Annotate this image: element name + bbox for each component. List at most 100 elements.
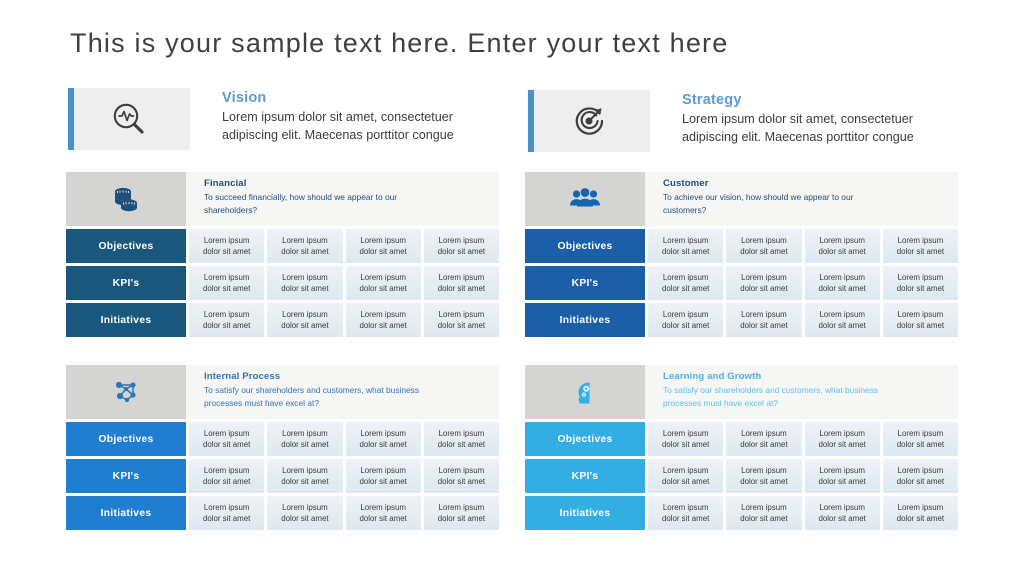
table-cell[interactable]: Lorem ipsum dolor sit amet — [726, 459, 802, 493]
table-cell[interactable]: Lorem ipsum dolor sit amet — [882, 459, 958, 493]
quadrant-learning-growth-table: Objectives Lorem ipsum dolor sit amet Lor… — [525, 422, 958, 530]
table-cell[interactable]: Lorem ipsum dolor sit amet — [189, 303, 265, 337]
table-cell[interactable]: Lorem ipsum dolor sit amet — [726, 229, 802, 263]
cell-line2: dolor sit amet — [202, 247, 251, 256]
row-label-objectives[interactable]: Objectives — [66, 422, 186, 456]
cell-line2: dolor sit amet — [818, 477, 866, 486]
cell-line1: Lorem ipsum — [662, 272, 709, 282]
cell-line2: dolor sit amet — [818, 321, 866, 330]
table-cell[interactable]: Lorem ipsum dolor sit amet — [267, 229, 343, 263]
table-cell[interactable]: Lorem ipsum dolor sit amet — [804, 496, 880, 530]
table-cell[interactable]: Lorem ipsum dolor sit amet — [882, 266, 958, 300]
row-label-kpis[interactable]: KPI's — [525, 266, 645, 300]
quadrant-internal-process: Internal Process To satisfy our sharehol… — [66, 365, 499, 530]
table-cell[interactable]: Lorem ipsum dolor sit amet — [423, 266, 499, 300]
cell-line2: dolor sit amet — [740, 321, 788, 330]
table-cell[interactable]: Lorem ipsum dolor sit amet — [804, 459, 880, 493]
row-label-initiatives[interactable]: Initiatives — [66, 303, 186, 337]
quadrant-internal-process-header-text: Internal Process To satisfy our sharehol… — [186, 365, 499, 419]
table-cell[interactable]: Lorem ipsum dolor sit amet — [267, 459, 343, 493]
table-cell[interactable]: Lorem ipsum dolor sit amet — [189, 496, 265, 530]
table-cell[interactable]: Lorem ipsum dolor sit amet — [882, 422, 958, 456]
table-cell[interactable]: Lorem ipsum dolor sit amet — [423, 496, 499, 530]
cell-line1: Lorem ipsum — [438, 272, 485, 282]
cell-line2: dolor sit amet — [281, 247, 329, 256]
table-cell[interactable]: Lorem ipsum dolor sit amet — [267, 496, 343, 530]
table-cell[interactable]: Lorem ipsum dolor sit amet — [882, 303, 958, 337]
banner-vision-title: Vision — [222, 90, 267, 106]
cell-line1: Lorem ipsum — [819, 235, 865, 245]
table-cell[interactable]: Lorem ipsum dolor sit amet — [345, 496, 421, 530]
quadrant-learning-growth-header-text: Learning and Growth To satisfy our share… — [645, 365, 958, 419]
banner-strategy-desc-line1: Lorem ipsum dolor sit amet, consectetuer — [682, 112, 913, 126]
table-cell[interactable]: Lorem ipsum dolor sit amet — [882, 229, 958, 263]
table-cell[interactable]: Lorem ipsum dolor sit amet — [648, 229, 724, 263]
table-cell[interactable]: Lorem ipsum dolor sit amet — [648, 459, 724, 493]
head-gears-icon — [567, 374, 603, 410]
quadrant-financial-desc-line1: To succeed financially, how should we ap… — [204, 192, 398, 202]
people-group-icon — [567, 181, 603, 217]
table-cell[interactable]: Lorem ipsum dolor sit amet — [726, 422, 802, 456]
cell-line1: Lorem ipsum — [662, 465, 709, 475]
table-cell[interactable]: Lorem ipsum dolor sit amet — [189, 229, 265, 263]
banner-strategy-text: Strategy Lorem ipsum dolor sit amet, con… — [650, 90, 914, 154]
cell-line1: Lorem ipsum — [282, 235, 328, 245]
cell-line2: dolor sit amet — [661, 440, 710, 449]
table-cell[interactable]: Lorem ipsum dolor sit amet — [423, 229, 499, 263]
row-label-objectives[interactable]: Objectives — [66, 229, 186, 263]
table-cell[interactable]: Lorem ipsum dolor sit amet — [648, 303, 724, 337]
table-cell[interactable]: Lorem ipsum dolor sit amet — [345, 303, 421, 337]
table-cell[interactable]: Lorem ipsum dolor sit amet — [648, 266, 724, 300]
table-cell[interactable]: Lorem ipsum dolor sit amet — [804, 422, 880, 456]
quadrant-customer-header-text: Customer To achieve our vision, how shou… — [645, 172, 958, 226]
row-label-objectives[interactable]: Objectives — [525, 229, 645, 263]
table-cell[interactable]: Lorem ipsum dolor sit amet — [882, 496, 958, 530]
row-label-kpis[interactable]: KPI's — [66, 266, 186, 300]
quadrant-customer: Customer To achieve our vision, how shou… — [525, 172, 958, 337]
quadrant-learning-growth-icon-box — [525, 365, 645, 419]
table-cell[interactable]: Lorem ipsum dolor sit amet — [423, 422, 499, 456]
table-cell[interactable]: Lorem ipsum dolor sit amet — [804, 229, 880, 263]
row-label-initiatives[interactable]: Initiatives — [525, 303, 645, 337]
slide-canvas: This is your sample text here. Enter you… — [0, 0, 1024, 576]
quadrant-customer-desc-line2: customers? — [663, 204, 707, 215]
table-cell[interactable]: Lorem ipsum dolor sit amet — [189, 459, 265, 493]
cell-line2: dolor sit amet — [661, 284, 710, 293]
table-cell[interactable]: Lorem ipsum dolor sit amet — [189, 422, 265, 456]
cell-line1: Lorem ipsum — [438, 235, 485, 245]
table-cell[interactable]: Lorem ipsum dolor sit amet — [423, 303, 499, 337]
row-label-kpis[interactable]: KPI's — [525, 459, 645, 493]
banner-vision-icon-box — [68, 88, 190, 150]
row-label-initiatives[interactable]: Initiatives — [525, 496, 645, 530]
cell-line2: dolor sit amet — [896, 321, 945, 330]
table-cell[interactable]: Lorem ipsum dolor sit amet — [804, 303, 880, 337]
row-label-initiatives[interactable]: Initiatives — [66, 496, 186, 530]
table-cell[interactable]: Lorem ipsum dolor sit amet — [345, 266, 421, 300]
table-cell[interactable]: Lorem ipsum dolor sit amet — [726, 303, 802, 337]
table-cell[interactable]: Lorem ipsum dolor sit amet — [345, 422, 421, 456]
cell-line1: Lorem ipsum — [438, 309, 485, 319]
table-cell[interactable]: Lorem ipsum dolor sit amet — [345, 459, 421, 493]
table-cell[interactable]: Lorem ipsum dolor sit amet — [345, 229, 421, 263]
table-cell[interactable]: Lorem ipsum dolor sit amet — [648, 422, 724, 456]
table-cell[interactable]: Lorem ipsum dolor sit amet — [267, 303, 343, 337]
table-cell[interactable]: Lorem ipsum dolor sit amet — [726, 496, 802, 530]
cell-line2: dolor sit amet — [740, 477, 788, 486]
cell-line2: dolor sit amet — [896, 477, 945, 486]
table-cell[interactable]: Lorem ipsum dolor sit amet — [189, 266, 265, 300]
table-cell[interactable]: Lorem ipsum dolor sit amet — [267, 422, 343, 456]
cell-line2: dolor sit amet — [661, 321, 710, 330]
row-label-kpis[interactable]: KPI's — [66, 459, 186, 493]
table-cell[interactable]: Lorem ipsum dolor sit amet — [804, 266, 880, 300]
cell-line2: dolor sit amet — [202, 440, 251, 449]
table-cell[interactable]: Lorem ipsum dolor sit amet — [648, 496, 724, 530]
table-cell[interactable]: Lorem ipsum dolor sit amet — [726, 266, 802, 300]
table-cell[interactable]: Lorem ipsum dolor sit amet — [267, 266, 343, 300]
banner-strategy-desc-line2: adipiscing elit. Maecenas porttitor cong… — [682, 129, 914, 144]
quadrant-customer-table: Objectives Lorem ipsum dolor sit amet Lor… — [525, 229, 958, 337]
table-cell[interactable]: Lorem ipsum dolor sit amet — [423, 459, 499, 493]
table-row: KPI's Lorem ipsum dolor sit amet Lorem ip… — [525, 459, 958, 493]
row-label-objectives[interactable]: Objectives — [525, 422, 645, 456]
banner-strategy: Strategy Lorem ipsum dolor sit amet, con… — [528, 90, 968, 154]
banner-vision-text: Vision Lorem ipsum dolor sit amet, conse… — [190, 88, 454, 152]
